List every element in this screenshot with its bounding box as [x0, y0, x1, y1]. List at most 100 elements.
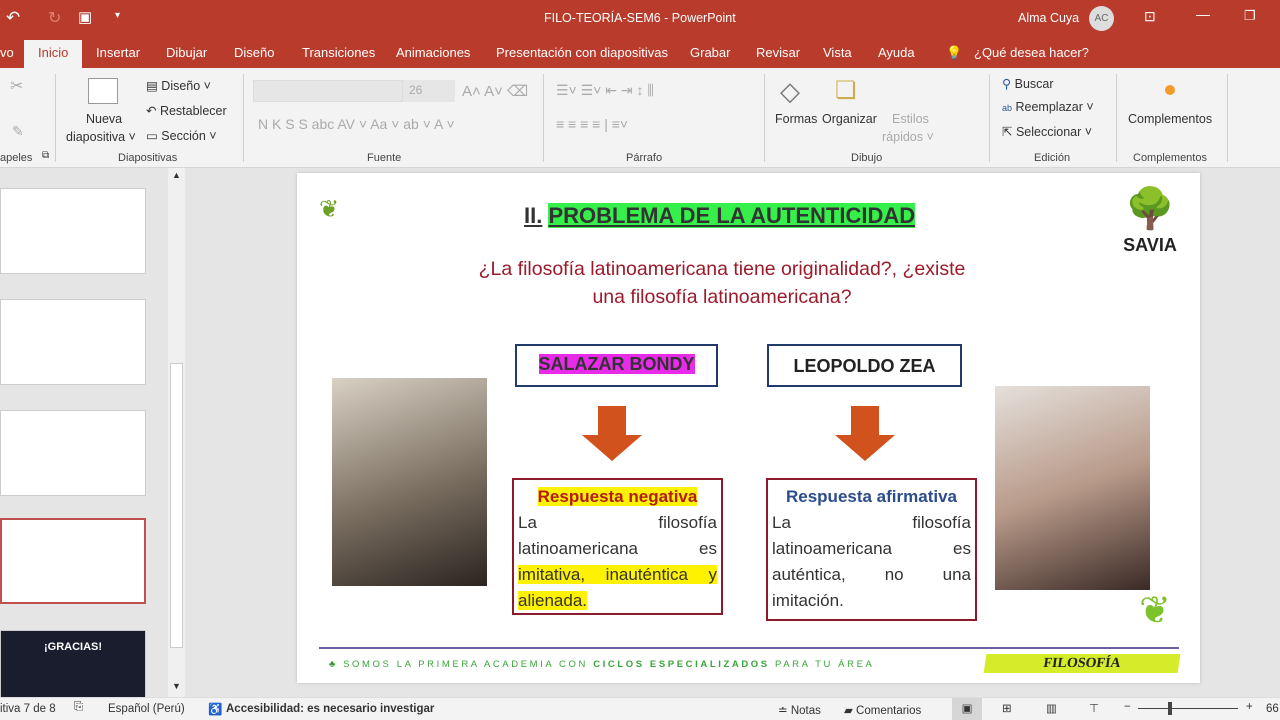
slide-thumbnail-7-selected[interactable] — [0, 518, 146, 604]
thumb-gracias: ¡GRACIAS! — [43, 641, 103, 653]
buscar-label: Buscar — [1014, 77, 1054, 91]
organizar-button[interactable]: Organizar — [822, 112, 877, 126]
buscar-button[interactable]: ⚲ Buscar — [1002, 76, 1054, 91]
nueva-diapositiva-button[interactable]: diapositiva ˅ — [66, 130, 136, 144]
comments-button[interactable]: ▰ Comentarios — [844, 703, 921, 717]
font-name-input[interactable] — [253, 80, 403, 102]
notes-label: Notas — [790, 705, 821, 717]
tab-animaciones[interactable]: Animaciones — [396, 45, 470, 60]
tab-presentacion[interactable]: Presentación con diapositivas — [496, 45, 668, 60]
thumbnail-scrollbar[interactable]: ▲ ▼ — [168, 168, 185, 697]
tab-vista[interactable]: Vista — [823, 45, 852, 60]
arrange-icon[interactable]: ❏ — [835, 76, 857, 105]
slide-canvas[interactable]: ❦ II. PROBLEMA DE LA AUTENTICIDAD ¿La fi… — [297, 173, 1200, 683]
down-arrow-right — [851, 406, 879, 436]
tab-ayuda[interactable]: Ayuda — [878, 45, 915, 60]
formas-button[interactable]: Formas — [775, 112, 817, 126]
tab-transiciones[interactable]: Transiciones — [302, 45, 375, 60]
slide-thumbnail-4[interactable] — [0, 299, 146, 385]
negative-answer-box: Respuesta negativa La filosofía latinoam… — [512, 478, 723, 615]
tab-archivo[interactable]: vo — [0, 45, 14, 60]
reemplazar-button[interactable]: ab Reemplazar ˅ — [1002, 100, 1094, 114]
search-icon: ⚲ — [1002, 77, 1012, 91]
replace-icon: ab — [1002, 103, 1013, 113]
undo-icon[interactable]: ↶ — [6, 8, 20, 28]
nueva-label[interactable]: Nueva — [86, 112, 122, 126]
question-line-1: ¿La filosofía latinoamericana tiene orig… — [478, 258, 966, 280]
font-size-input[interactable]: 26 — [403, 80, 455, 102]
notes-button[interactable]: ≐ Notas — [778, 703, 821, 717]
leopoldo-zea-photo — [995, 386, 1150, 590]
list-buttons[interactable]: ☰˅ ☰˅ ⇤ ⇥ ↕ ⫼ — [556, 82, 654, 99]
ribbon-display-icon[interactable]: ⊡ — [1144, 8, 1156, 25]
slide-thumbnails-pane: ¡GRACIAS! — [0, 168, 168, 716]
negative-answer-body: La filosofía latinoamericana es — [518, 513, 717, 558]
complementos-button[interactable]: Complementos — [1128, 112, 1212, 126]
scroll-up-icon[interactable]: ▲ — [172, 170, 181, 180]
tab-inicio[interactable]: Inicio — [24, 40, 83, 68]
tab-grabar[interactable]: Grabar — [690, 45, 730, 60]
tab-insertar[interactable]: Insertar — [96, 45, 140, 60]
footer-divider — [319, 647, 1179, 649]
zoom-out-button[interactable]: − — [1124, 701, 1131, 713]
zoom-level[interactable]: 66 — [1266, 703, 1279, 715]
title-prefix: II. — [524, 203, 543, 228]
savia-logo: 🌳 SAVIA — [1115, 183, 1185, 256]
redo-icon[interactable]: ↻ — [48, 8, 61, 28]
group-label-fuente: Fuente — [367, 152, 402, 164]
footer-text-b: CICLOS ESPECIALIZADOS — [593, 659, 770, 670]
zoom-in-button[interactable]: + — [1246, 701, 1253, 713]
section-button[interactable]: ▭ Sección ˅ — [146, 128, 217, 143]
accessibility-icon: ♿ — [208, 704, 223, 716]
normal-view-button[interactable]: ▣ — [952, 698, 982, 720]
dialog-launcher-icon[interactable]: ⧉ — [42, 150, 49, 161]
slide-thumbnail-5[interactable] — [0, 410, 146, 496]
reset-label: Restablecer — [159, 104, 227, 118]
slide-thumbnail-3[interactable] — [0, 188, 146, 274]
layout-button[interactable]: ▤ Diseño ˅ — [146, 78, 211, 93]
negative-answer-highlight: imitativa, inauténtica y alienada. — [518, 565, 717, 610]
tree-icon: 🌳 — [1125, 187, 1175, 231]
tell-me-search[interactable]: ¿Qué desea hacer? — [974, 45, 1089, 60]
avatar[interactable]: AC — [1089, 6, 1114, 31]
scroll-down-icon[interactable]: ▼ — [172, 681, 181, 691]
zoom-slider-thumb[interactable] — [1168, 702, 1172, 715]
shapes-icon[interactable]: ◇ — [780, 76, 800, 107]
accessibility-status[interactable]: Accesibilidad: es necesario investigar — [226, 703, 434, 715]
align-buttons[interactable]: ≡ ≡ ≡ ≡ | ≡˅ — [556, 116, 628, 132]
down-arrow-right-head — [835, 435, 895, 461]
slide-title: II. PROBLEMA DE LA AUTENTICIDAD — [524, 203, 916, 229]
format-painter-icon[interactable]: ✎ — [12, 123, 24, 140]
slideshow-button[interactable]: ⊤ — [1089, 701, 1099, 715]
tab-dibujar[interactable]: Dibujar — [166, 45, 207, 60]
minimize-button[interactable]: — — [1196, 6, 1210, 22]
section-label: Sección ˅ — [161, 129, 217, 143]
language[interactable]: Español (Perú) — [108, 703, 185, 715]
question-line-2: una filosofía latinoamericana? — [592, 286, 852, 308]
footer-leaf-icon: ♣ — [329, 659, 338, 670]
spellcheck-icon[interactable]: ⎘ — [74, 701, 83, 714]
footer-text-c: PARA TU ÁREA — [769, 659, 875, 670]
estilos-rapidos-button[interactable]: rápidos ˅ — [882, 130, 934, 144]
seleccionar-button[interactable]: ⇱ Seleccionar ˅ — [1002, 124, 1092, 139]
logo-text: SAVIA — [1123, 235, 1177, 255]
font-format-buttons[interactable]: N K S S abc AV ˅ Aa ˅ ab ˅ A ˅ — [258, 116, 455, 132]
salazar-bondy-label: SALAZAR BONDY — [538, 354, 695, 374]
font-grow-shrink-icons[interactable]: A˄ A˅ ⌫ — [462, 82, 528, 100]
zoom-slider[interactable] — [1138, 708, 1238, 709]
scrollbar-thumb[interactable] — [170, 363, 183, 648]
tab-diseno[interactable]: Diseño — [234, 45, 274, 60]
reading-view-button[interactable]: ▥ — [1046, 701, 1057, 715]
reset-button[interactable]: ↶ Restablecer — [146, 103, 227, 118]
estilos-label[interactable]: Estilos — [892, 112, 929, 126]
tab-revisar[interactable]: Revisar — [756, 45, 800, 60]
cut-icon[interactable]: ✂ — [10, 76, 23, 96]
slide-sorter-button[interactable]: ⊞ — [1002, 701, 1012, 715]
restore-button[interactable]: ❐ — [1244, 8, 1256, 24]
footer-slogan: ♣ SOMOS LA PRIMERA ACADEMIA CON CICLOS E… — [329, 659, 874, 670]
new-slide-icon[interactable] — [88, 78, 118, 104]
customize-toolbar-icon[interactable]: ▾ — [115, 10, 120, 21]
addins-icon — [1165, 85, 1175, 95]
user-name: Alma Cuya — [1018, 11, 1080, 25]
presentation-icon[interactable]: ▣ — [78, 8, 92, 26]
